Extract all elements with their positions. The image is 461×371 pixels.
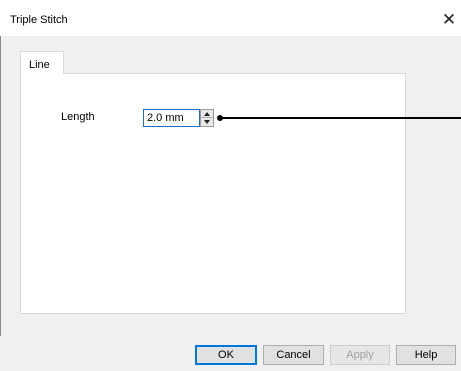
length-spinner[interactable] bbox=[200, 109, 214, 127]
arrow-up-icon bbox=[204, 112, 210, 116]
callout-line bbox=[220, 117, 461, 119]
apply-button[interactable]: Apply bbox=[330, 345, 390, 365]
spin-up-button[interactable] bbox=[201, 110, 213, 118]
arrow-down-icon bbox=[204, 120, 210, 124]
ok-button[interactable]: OK bbox=[195, 345, 257, 365]
window-title: Triple Stitch bbox=[10, 14, 68, 26]
spin-down-button[interactable] bbox=[201, 118, 213, 126]
help-button[interactable]: Help bbox=[396, 345, 456, 365]
dialog-left-border bbox=[0, 36, 1, 336]
length-input[interactable] bbox=[143, 109, 200, 127]
title-bar: Triple Stitch ✕ bbox=[0, 0, 461, 36]
tab-line-label: Line bbox=[29, 59, 50, 71]
tab-line[interactable]: Line bbox=[20, 51, 64, 74]
length-label: Length bbox=[61, 111, 95, 123]
close-icon[interactable]: ✕ bbox=[438, 9, 460, 31]
cancel-button[interactable]: Cancel bbox=[263, 345, 324, 365]
